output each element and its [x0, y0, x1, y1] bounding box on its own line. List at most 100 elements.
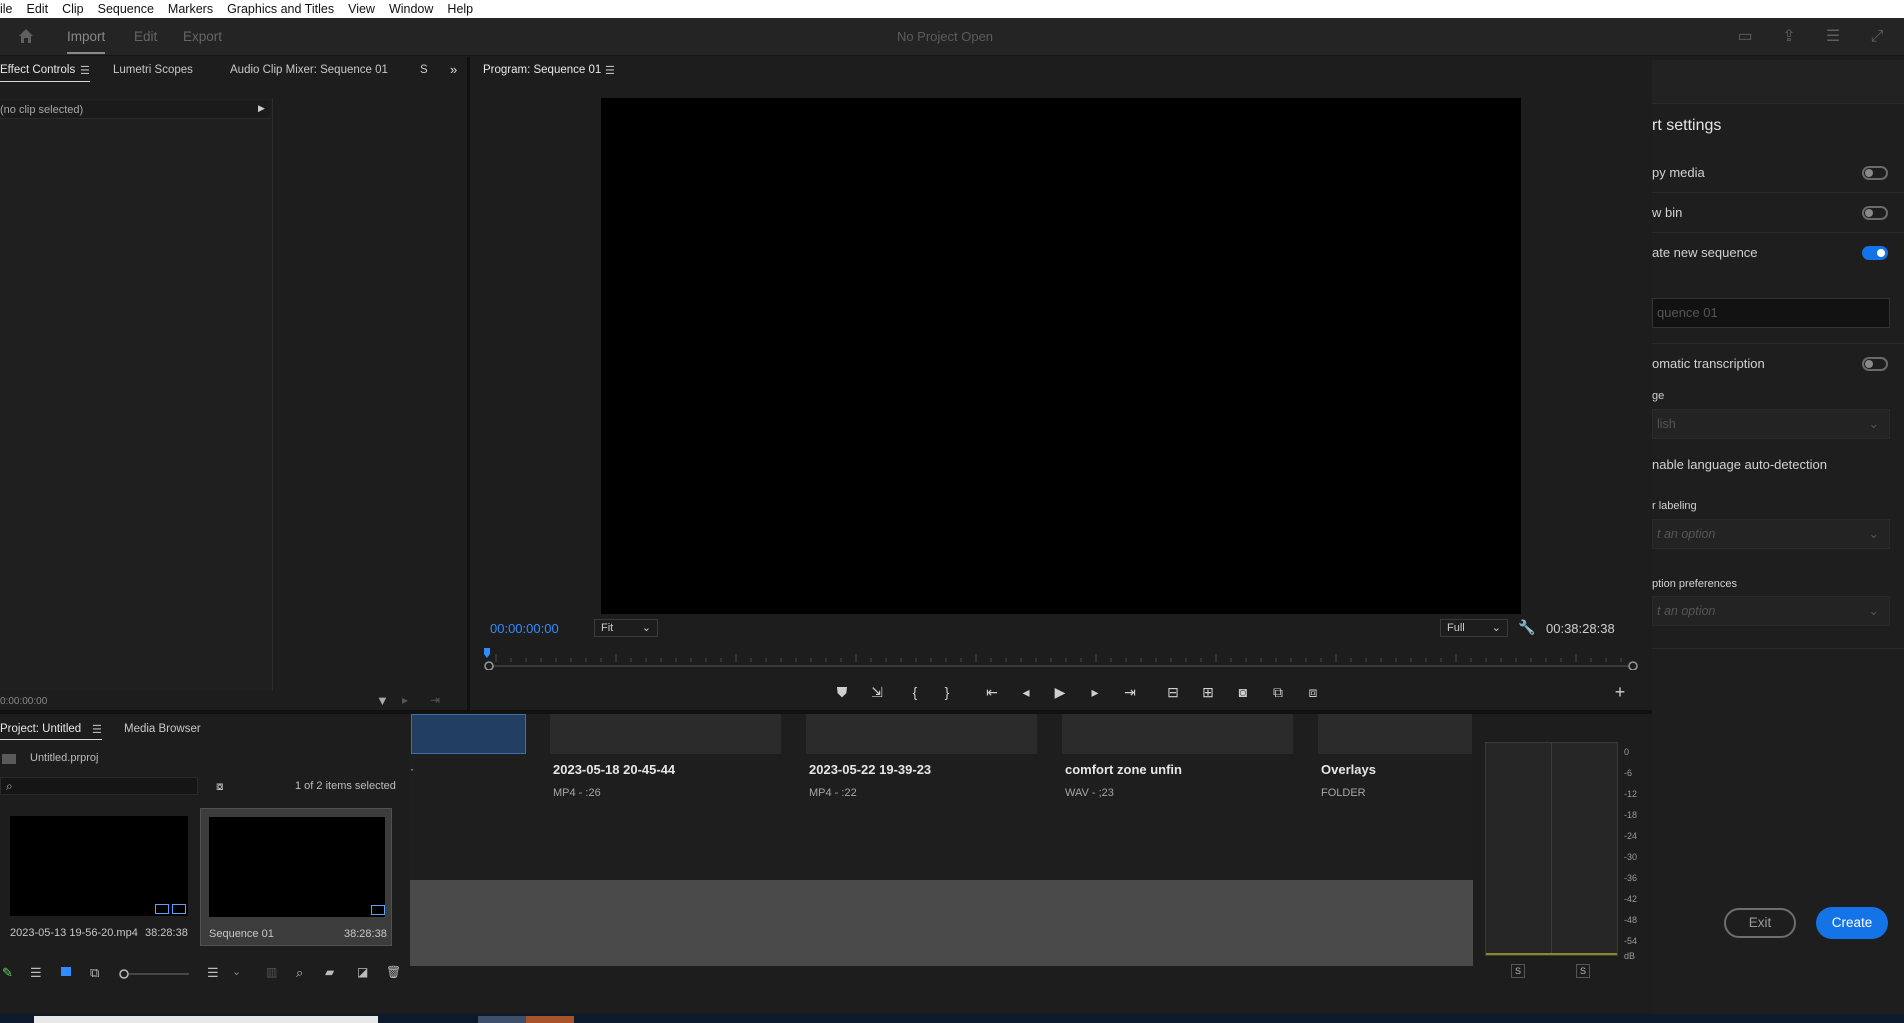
project-menu-icon[interactable]: ☰ [92, 723, 102, 736]
media-title: comfort zone unfin [1065, 762, 1182, 777]
overwrite-icon[interactable]: ⧈ [1303, 682, 1323, 702]
video-canvas[interactable] [601, 98, 1521, 614]
current-timecode[interactable]: 00:00:00:00 [490, 621, 559, 636]
menu-view[interactable]: View [341, 2, 382, 16]
zoom-dropdown[interactable]: Fit ⌄ [594, 619, 658, 637]
insert-icon[interactable]: ⧉ [1268, 682, 1288, 702]
new-search-bin-icon[interactable]: ⧇ [216, 779, 224, 794]
db-label: -12 [1624, 789, 1638, 799]
project-item-card-selected[interactable]: Sequence 01 38:28:38 [200, 808, 392, 946]
automate-icon[interactable]: ▥ [266, 965, 277, 979]
project-search-input[interactable]: ⌕ [0, 777, 198, 795]
bottom-strip [410, 966, 1473, 1004]
media-thumb[interactable] [550, 714, 781, 754]
chevron-down-icon: ⌄ [1868, 417, 1879, 431]
new-bin-toggle[interactable] [1862, 206, 1888, 220]
more-tabs-icon[interactable]: » [450, 62, 457, 77]
project-item-card[interactable]: 2023-05-13 19-56-20.mp4 38:28:38 [5, 808, 197, 946]
solo-button-left[interactable]: S [1511, 964, 1525, 978]
resolution-value: Full [1447, 622, 1465, 634]
tab-lumetri-scopes[interactable]: Lumetri Scopes [113, 64, 193, 76]
create-button[interactable]: Create [1816, 907, 1888, 939]
play-only-icon[interactable]: ▸ [402, 693, 408, 707]
add-button-icon[interactable]: + [1610, 682, 1630, 702]
export-frame-icon[interactable]: ⇥ [430, 693, 440, 707]
extract-icon[interactable]: ⊞ [1198, 682, 1218, 702]
media-thumb[interactable] [1062, 714, 1293, 754]
auto-detect-label[interactable]: nable language auto-detection [1652, 457, 1827, 472]
add-marker-icon[interactable]: ⛊ [832, 682, 852, 702]
workspace-icon[interactable]: ▭ [1735, 27, 1755, 47]
panel-menu-icon[interactable]: ☰ [80, 64, 90, 77]
effect-list-area [0, 98, 273, 691]
media-thumb[interactable] [1318, 714, 1472, 754]
sequence-badge-icon [371, 905, 385, 915]
tab-effect-controls[interactable]: Effect Controls [0, 64, 75, 76]
resolution-dropdown[interactable]: Full ⌄ [1440, 619, 1508, 637]
taskbar-app[interactable] [526, 1016, 574, 1023]
list-view-icon[interactable]: ☰ [30, 965, 42, 981]
auto-transcription-toggle[interactable] [1862, 357, 1888, 371]
active-tab-underline [0, 81, 90, 82]
caption-preferences-select[interactable]: t an option ⌄ [1652, 596, 1890, 626]
sort-icon[interactable]: ☰ [207, 965, 219, 981]
tab-audio-clip-mixer[interactable]: Audio Clip Mixer: Sequence 01 [230, 64, 388, 76]
tab-project[interactable]: Project: Untitled [0, 723, 81, 735]
mark-in-icon[interactable]: { [905, 682, 925, 702]
step-back-icon[interactable]: ◂ [1016, 682, 1036, 702]
zoom-slider[interactable] [119, 968, 191, 979]
menu-window[interactable]: Window [382, 2, 440, 16]
sort-chevron-icon[interactable]: ⌄ [232, 965, 241, 978]
language-select[interactable]: lish ⌄ [1652, 409, 1890, 439]
solo-button-right[interactable]: S [1576, 964, 1590, 978]
tab-overflow[interactable]: S [420, 64, 428, 76]
icon-view-icon[interactable] [61, 967, 71, 976]
media-thumb[interactable] [806, 714, 1037, 754]
fullscreen-icon[interactable]: ⤢ [1867, 27, 1887, 47]
lift-icon[interactable]: ⊟ [1163, 682, 1183, 702]
trash-icon[interactable]: 🗑 [386, 965, 401, 979]
taskbar-window[interactable] [34, 1016, 378, 1023]
db-label: -24 [1624, 831, 1638, 841]
menu-graphics-titles[interactable]: Graphics and Titles [220, 2, 341, 16]
new-bin-icon[interactable]: ▰ [325, 965, 334, 979]
tab-media-browser[interactable]: Media Browser [124, 723, 201, 735]
sequence-name-input[interactable]: quence 01 [1652, 298, 1890, 328]
step-forward-icon[interactable]: ▸ [1085, 682, 1105, 702]
menu-edit[interactable]: Edit [20, 2, 56, 16]
find-icon[interactable]: ⌕ [296, 965, 303, 981]
auto-transcription-label: omatic transcription [1652, 356, 1765, 371]
menu-file[interactable]: ile [0, 2, 20, 16]
mark-out-icon[interactable]: } [937, 682, 957, 702]
go-to-in-icon[interactable]: ⇲ [867, 682, 887, 702]
time-ruler[interactable] [484, 648, 1640, 671]
import-footer-bar [410, 880, 1473, 966]
menu-sequence[interactable]: Sequence [91, 2, 161, 16]
program-monitor-title[interactable]: Program: Sequence 01 [483, 64, 601, 76]
filter-icon[interactable]: ▼ [376, 693, 389, 708]
program-menu-icon[interactable]: ☰ [605, 64, 615, 77]
project-tab-underline [0, 739, 102, 740]
menu-markers[interactable]: Markers [161, 2, 220, 16]
wrench-icon[interactable]: 🔧 [1518, 619, 1535, 636]
play-icon[interactable]: ▶ [1050, 682, 1070, 702]
speaker-labeling-select[interactable]: t an option ⌄ [1652, 519, 1890, 549]
share-icon[interactable]: ⇪ [1779, 27, 1799, 47]
menu-help[interactable]: Help [440, 2, 480, 16]
go-to-next-icon[interactable]: ⇥ [1120, 682, 1140, 702]
db-label: -48 [1624, 915, 1638, 925]
create-sequence-toggle[interactable] [1862, 246, 1888, 260]
camera-icon[interactable]: ◙ [1233, 682, 1253, 702]
menu-clip[interactable]: Clip [55, 2, 91, 16]
go-to-previous-icon[interactable]: ⇤ [982, 682, 1002, 702]
freeform-view-icon[interactable]: ⧉ [90, 965, 99, 981]
new-item-icon[interactable]: ◪ [357, 965, 368, 979]
taskbar-app[interactable] [478, 1016, 526, 1023]
expand-icon[interactable]: ▶ [258, 103, 265, 114]
progress-icon[interactable]: ☰ [1823, 27, 1843, 47]
selected-media-thumb[interactable] [411, 714, 526, 754]
settings-top-bar [1652, 60, 1904, 104]
write-protect-icon[interactable]: ✎ [2, 965, 13, 981]
exit-button[interactable]: Exit [1724, 908, 1796, 938]
copy-media-toggle[interactable] [1862, 166, 1888, 180]
